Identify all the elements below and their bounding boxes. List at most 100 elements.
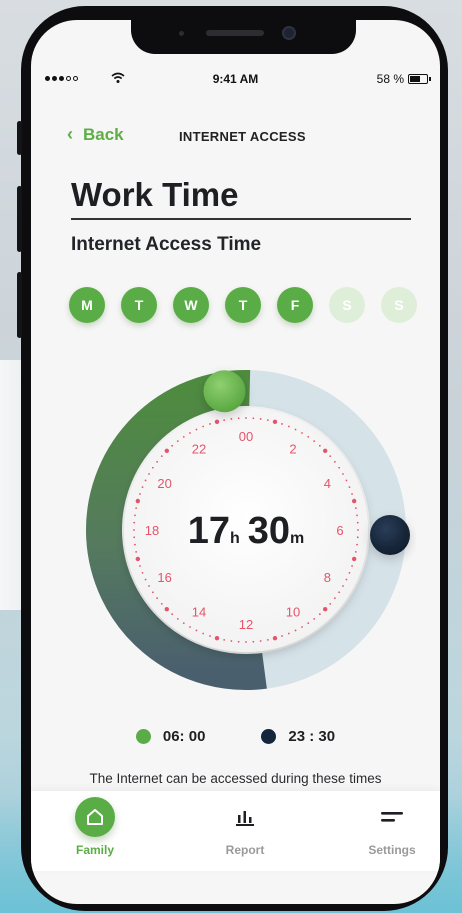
minor-tick [156,460,159,463]
end-time-legend: 23 : 30 [261,728,335,745]
minor-tick [356,543,358,546]
day-toggle-tue[interactable]: T [121,287,157,323]
end-time-handle[interactable] [370,515,410,555]
minor-tick [230,640,233,642]
day-toggle-thu[interactable]: T [225,287,261,323]
tab-bar: Family Report Settings [31,791,440,871]
minor-tick [134,543,136,546]
minor-tick [252,417,255,420]
minor-tick [160,455,163,458]
minor-tick [237,417,240,420]
minor-tick [245,417,247,419]
minor-tick [135,507,138,510]
duration-minutes-unit: m [290,530,304,547]
hour-label: 18 [145,523,159,538]
end-dot-icon [261,729,277,744]
day-toggle-mon[interactable]: M [69,287,105,323]
menu-lines-icon [347,797,437,837]
minor-tick [135,550,138,553]
minor-tick [318,444,321,447]
front-camera [282,26,296,40]
hour-label: 6 [336,523,343,538]
day-toggle-wed[interactable]: W [173,287,209,323]
major-tick [214,635,220,641]
start-time-legend: 06: 00 [135,728,206,745]
minor-tick [245,641,247,643]
duration-hours: 17 [188,510,230,552]
start-time-value: 06: 00 [162,728,206,745]
battery-percent: 58 % [376,72,404,86]
major-tick [351,498,357,504]
minor-tick [230,418,233,420]
minor-tick [176,617,179,620]
tab-label-report: Report [225,843,265,857]
hour-label: 4 [324,476,331,491]
minor-tick [281,423,283,425]
minor-tick [151,466,154,469]
duration-minutes: 30 [248,510,290,552]
tab-report[interactable]: Report [200,797,290,857]
minor-tick [182,435,185,438]
minor-tick [266,419,269,422]
section-subtitle: Internet Access Time [71,234,262,255]
hour-label: 10 [286,604,300,619]
minor-tick [351,493,353,495]
minor-tick [329,455,332,458]
minor-tick [348,571,351,574]
day-selector: M T W T F S S [69,287,417,323]
hour-label: 2 [289,442,296,457]
minor-tick [151,591,154,594]
minor-tick [259,640,262,642]
minor-tick [176,440,179,443]
major-tick [323,607,328,612]
minor-tick [287,425,290,428]
sensor-dot [179,31,184,36]
minor-tick [139,565,141,567]
minor-tick [144,578,147,581]
minor-tick [333,460,336,463]
major-tick [135,556,141,562]
minor-tick [171,444,174,447]
tab-label-settings: Settings [368,843,416,857]
minor-tick [351,565,353,567]
minor-tick [209,423,211,425]
end-time-value: 23 : 30 [288,728,336,745]
minor-tick [313,440,316,443]
minor-tick [345,578,348,581]
day-toggle-sun[interactable]: S [381,287,417,323]
minor-tick [307,435,310,438]
minor-tick [301,432,303,434]
hour-label: 16 [157,570,171,585]
minor-tick [133,521,136,524]
minor-tick [148,585,150,587]
major-tick [135,498,141,504]
minor-tick [171,613,174,616]
notch [131,20,356,54]
minor-tick [189,626,191,628]
tab-settings[interactable]: Settings [347,797,437,857]
day-toggle-sat[interactable]: S [329,287,365,323]
title-divider [71,218,411,220]
minor-tick [189,432,191,434]
start-time-handle[interactable] [203,370,246,413]
speaker [206,30,264,36]
minor-tick [141,571,144,574]
chevron-left-icon: ‹ [67,124,73,144]
page-title: Work Time [71,176,239,213]
minor-tick [356,514,358,517]
minor-tick [338,591,341,594]
minor-tick [252,640,255,643]
minor-tick [329,602,332,605]
minor-tick [148,473,150,475]
home-icon [75,797,115,837]
minor-tick [195,428,198,431]
day-toggle-fri[interactable]: F [277,287,313,323]
tab-family[interactable]: Family [50,797,140,857]
minor-tick [287,632,290,635]
phone-screen: 9:41 AM 58 % ‹ Back INTERNET ACCESS Work… [31,20,440,904]
back-button[interactable]: ‹ Back [67,124,124,145]
minor-tick [357,529,359,531]
minor-tick [356,521,359,524]
hour-label: 12 [239,617,253,632]
minor-tick [133,536,136,539]
